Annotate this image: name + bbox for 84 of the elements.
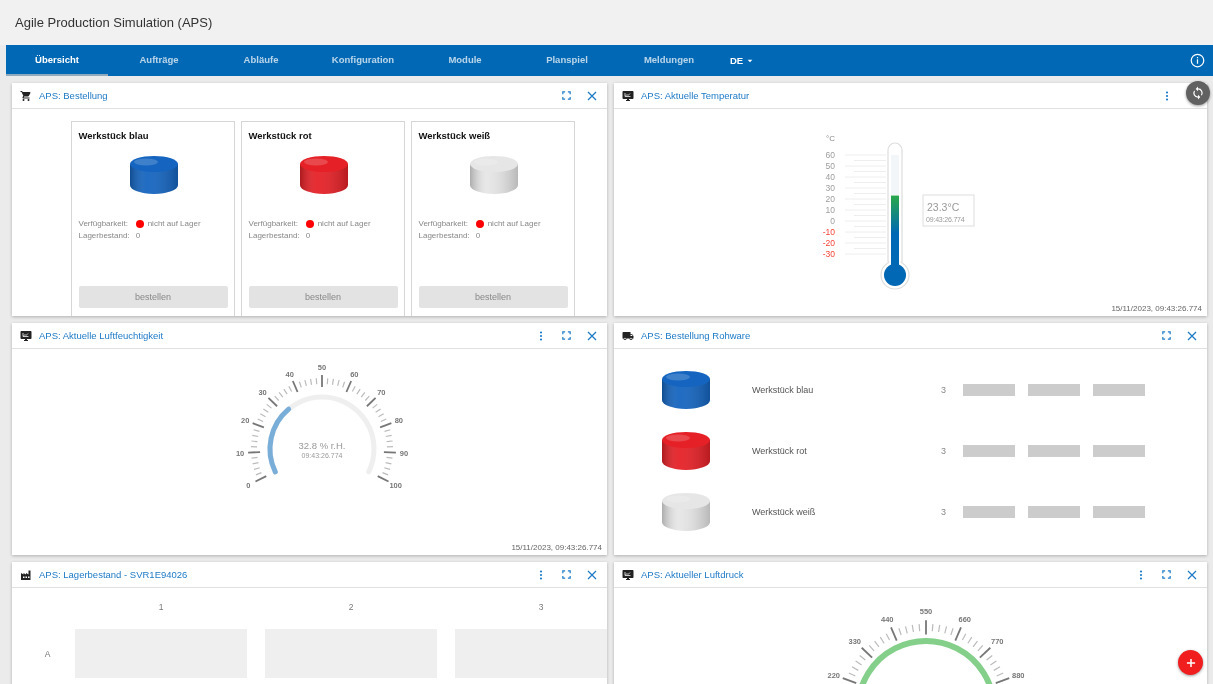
close-icon[interactable] <box>586 329 598 342</box>
scale-label: 60 <box>825 150 835 160</box>
product-name: Werkstück blau <box>78 130 150 141</box>
scale-label: -30 <box>822 249 835 259</box>
widget-title: APS: Bestellung <box>39 90 109 101</box>
sync-icon <box>1191 86 1205 100</box>
availability-status: nicht auf Lager <box>487 219 541 228</box>
stock-bar <box>1028 506 1080 518</box>
widget-title: APS: Aktuelle Luftfeuchtigkeit <box>39 330 165 341</box>
stock-bar <box>963 445 1015 457</box>
cart-icon <box>20 89 32 102</box>
sync-button[interactable] <box>1186 81 1210 105</box>
fullscreen-icon[interactable] <box>561 330 572 341</box>
close-icon[interactable] <box>1186 568 1198 581</box>
humidity-reading: 32.8 % r.H. <box>298 440 345 451</box>
timestamp: 15/11/2023, 09:43:26.774 <box>511 543 603 554</box>
scale-label: 0 <box>830 216 835 226</box>
workpiece-name: Werkstück blau <box>752 385 815 395</box>
availability-status: nicht auf Lager <box>317 219 371 228</box>
scale-label: 10 <box>825 205 835 215</box>
product-name: Werkstück weiß <box>418 130 492 141</box>
scale-label: -20 <box>822 238 835 248</box>
info-icon[interactable] <box>1190 53 1205 68</box>
workpiece-count: 3 <box>941 507 947 517</box>
availability-status: nicht auf Lager <box>147 219 201 228</box>
stock-label: Lagerbestand: <box>78 231 130 240</box>
fullscreen-icon[interactable] <box>561 90 572 101</box>
stock-bar <box>1093 384 1145 396</box>
nav-tab[interactable]: Abläufe <box>210 45 312 76</box>
scale-label: -10 <box>822 227 835 237</box>
stock-value: 0 <box>475 231 482 240</box>
widget-title: APS: Lagerbestand - SVR1E94026 <box>39 569 189 580</box>
row-label: A <box>43 647 52 661</box>
scale-label: 40 <box>825 172 835 182</box>
stock-bar <box>1093 506 1145 518</box>
availability-label: Verfügbarkeit: <box>418 219 469 228</box>
fullscreen-icon[interactable] <box>1161 330 1172 341</box>
stock-bar <box>963 506 1015 518</box>
chart-monitor-icon <box>622 568 634 581</box>
stock-bar <box>1093 445 1145 457</box>
stock-value: 0 <box>135 231 142 240</box>
column-header: 2 <box>347 602 355 614</box>
column-header: 3 <box>537 602 545 614</box>
column-header: 1 <box>157 602 165 614</box>
nav-tab[interactable]: Übersicht <box>6 45 108 76</box>
availability-label: Verfügbarkeit: <box>78 219 129 228</box>
workpiece-count: 3 <box>941 385 947 395</box>
stock-value: 0 <box>305 231 312 240</box>
close-icon[interactable] <box>586 568 598 581</box>
scale-label: 20 <box>825 194 835 204</box>
nav-tab[interactable]: Planspiel <box>516 45 618 76</box>
nav-tab[interactable]: Konfiguration <box>312 45 414 76</box>
widget-title: APS: Bestellung Rohware <box>641 330 752 341</box>
unit-label: °C <box>826 134 835 143</box>
truck-icon <box>622 329 634 342</box>
nav-tab[interactable]: Meldungen <box>618 45 720 76</box>
scale-label: 50 <box>825 161 835 171</box>
nav-tab[interactable]: Aufträge <box>108 45 210 76</box>
app-title: Agile Production Simulation (APS) <box>15 15 213 30</box>
chart-monitor-icon <box>622 89 634 102</box>
workpiece-count: 3 <box>941 446 947 456</box>
scale-label: 30 <box>825 183 835 193</box>
workpiece-name: Werkstück rot <box>752 446 808 456</box>
stock-bar <box>1028 384 1080 396</box>
timestamp: 15/11/2023, 09:43:26.774 <box>1111 304 1203 315</box>
stock-label: Lagerbestand: <box>418 231 470 240</box>
availability-label: Verfügbarkeit: <box>248 219 299 228</box>
widget-title: APS: Aktueller Luftdruck <box>641 569 745 580</box>
nav-tab[interactable]: Module <box>414 45 516 76</box>
fullscreen-icon[interactable] <box>1161 569 1172 580</box>
stock-bar <box>963 384 1015 396</box>
stock-bar <box>1028 445 1080 457</box>
close-icon[interactable] <box>1186 329 1198 342</box>
close-icon[interactable] <box>586 89 598 102</box>
product-name: Werkstück rot <box>248 130 313 141</box>
factory-icon <box>20 568 32 581</box>
workpiece-name: Werkstück weiß <box>752 507 817 517</box>
reading-box <box>922 194 975 227</box>
language-dropdown[interactable]: DE <box>726 45 759 76</box>
temperature-reading: 23.3°C <box>927 201 960 213</box>
widget-title: APS: Aktuelle Temperatur <box>641 90 751 101</box>
stock-label: Lagerbestand: <box>248 231 300 240</box>
fullscreen-icon[interactable] <box>561 569 572 580</box>
chart-monitor-icon <box>20 329 32 342</box>
